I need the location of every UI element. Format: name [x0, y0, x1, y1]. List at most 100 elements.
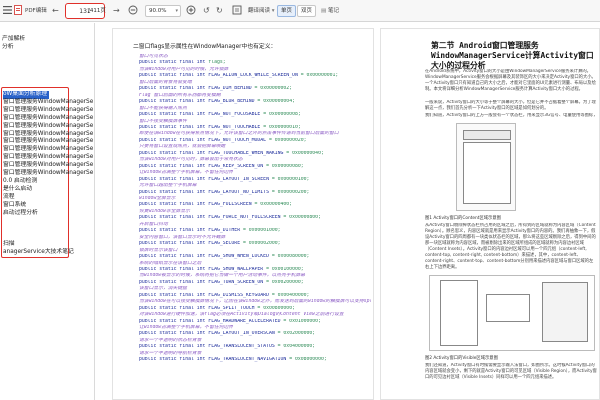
code-text: 允许窗口超出整个手机屏幕: [139, 183, 197, 189]
code-text: public static final int: [139, 60, 206, 66]
back-arrow-icon[interactable]: ←: [52, 5, 59, 17]
code-value: = 0x00000100;: [271, 176, 310, 182]
code-value: = 0x00002000;: [242, 241, 281, 247]
code-value: = 0x04000000;: [277, 344, 316, 350]
code-text: 当该Window对用户可见的时候，允许锁屏: [139, 66, 229, 72]
code-text: 窗口不能获得输入焦点: [139, 105, 187, 111]
pdf-page-left: 二窗口flags显示属性在WindowManager中也有定义： 窗口可见状态 p…: [112, 28, 374, 400]
sidebar-item[interactable]: 窗口管理服务WindowManagerSe: [3, 115, 93, 123]
code-value: = 0x00000008;: [263, 112, 301, 118]
double-page-button[interactable]: 双页: [297, 5, 317, 17]
code-text: public static final int FLAG_SHOW_WHEN_L…: [139, 254, 269, 260]
code-text: public static final int FLAG_LAYOUT_IN_S…: [139, 176, 269, 182]
sidebar-item[interactable]: 窗口管理服务WindowManagerSe: [3, 162, 93, 170]
code-value: = 0x00000001;: [300, 73, 339, 79]
sidebar-item[interactable]: 0.0 启动检测: [3, 178, 93, 186]
code-text: 请求一个半透明的导航栏背景: [139, 350, 202, 356]
code-value: = 0x00100000;: [266, 266, 304, 272]
rotate-right-icon[interactable]: ↻: [216, 5, 223, 17]
ime-window-shape: [542, 282, 588, 342]
single-page-button[interactable]: 单页: [277, 5, 297, 17]
sidebar-item[interactable]: 分析: [2, 44, 25, 52]
code-value: = 0x00080000;: [271, 254, 310, 260]
code-text: 请求一个半透明的状态栏背景: [139, 337, 202, 343]
code-text: public static final int FLAG_DIM_BEHIND: [139, 86, 252, 92]
code-text: public static final int FLAG_KEEP_SCREEN…: [139, 163, 264, 169]
sidebar-item[interactable]: 窗口管理服务WindowManagerSe: [3, 154, 93, 162]
sidebar-item[interactable]: 启动过程分析: [3, 210, 93, 218]
notes-button[interactable]: ▤ 笔记: [321, 5, 339, 17]
code-text: public static final int FLAG_NOT_FOCUSAB…: [139, 112, 261, 118]
toolbar: PDF编辑 ← /411页 → 90.0% ▾ ↺ ↻ 翻译阅读 ▾ 单页 双页…: [0, 0, 600, 22]
reading-mode-label: 翻译阅读: [248, 8, 271, 14]
paragraph: 我们还知道，Activity窗口有时候需要显示输入法窗口，如图所示。这时候Act…: [425, 363, 597, 380]
reading-mode-button[interactable]: 翻译阅读 ▾: [248, 5, 275, 17]
chevron-down-icon: ▾: [175, 8, 178, 14]
forward-arrow-icon[interactable]: →: [113, 5, 120, 17]
sidebar-item[interactable]: 窗口系统: [3, 202, 93, 210]
code-text: 让window占满整个手机屏幕，不留任何边界: [139, 325, 234, 331]
chevron-down-icon: ▾: [270, 8, 275, 14]
code-text: 该窗口显示，消失键盘: [139, 286, 187, 292]
content-shape: [486, 294, 530, 322]
content-region-shape: [463, 142, 511, 204]
fit-page-icon[interactable]: [232, 5, 242, 17]
pdf-edit-icon[interactable]: [14, 5, 22, 17]
sidebar-item[interactable]: 产加解析: [2, 36, 25, 44]
code-text: 安全内容窗口，该窗口显示时不允许截屏: [139, 234, 226, 240]
code-value: = 0x08000000;: [289, 357, 327, 363]
code-text: 即使在该window在可获得焦点情况下，允许该窗口之外的点击事件传递到当前窗口后…: [139, 131, 339, 137]
zoom-out-icon[interactable]: [128, 5, 138, 17]
outline-list: oW桌面分析原理 窗口管理服务WindowManagerSe 窗口管理服务Win…: [3, 90, 93, 257]
code-text: public static final int FLAG_SPLIT_TOUCH: [139, 305, 255, 311]
notes-icon: ▤: [321, 8, 327, 14]
rotate-left-icon[interactable]: ↺: [203, 5, 210, 17]
paragraph: 从Activity窗口剔除掉状态栏所占用的区域之后，所得到的区域就称为内容区域（…: [425, 223, 596, 270]
sidebar-item[interactable]: 流程: [3, 194, 93, 202]
code-text: public static final int FLAG_NOT_TOUCHAB…: [139, 124, 261, 130]
sidebar-item[interactable]: 窗口管理服务WindowManagerSe: [3, 123, 93, 131]
sidebar-item[interactable]: [3, 225, 93, 233]
code-text: window全屏显示: [139, 195, 176, 201]
code-text: 窗口后面的背景将会变暗: [139, 79, 192, 85]
code-text: 让window占满整个手机屏幕，不留任何边界: [139, 170, 234, 176]
sidebar-item[interactable]: 扫描: [3, 241, 93, 249]
sidebar-item[interactable]: 窗口管理服务WindowManagerSe: [3, 107, 93, 115]
window-shape: [440, 280, 478, 346]
code-value: flags;: [208, 60, 226, 66]
code-value: = 0x00800000;: [257, 305, 295, 311]
pdf-edit-button[interactable]: PDF编辑: [25, 5, 47, 17]
sidebar-item[interactable]: [3, 218, 93, 226]
code-value: = 0x00000040;: [286, 150, 324, 156]
sidebar-item[interactable]: 窗口管理服务WindowManagerSe: [3, 170, 93, 178]
code-value: = 0x00200000;: [266, 279, 304, 285]
sidebar-item[interactable]: 窗口管理服务WindowManagerSe: [3, 99, 93, 107]
code-text: public static final int FLAG_SECURE: [139, 241, 241, 247]
zoom-value: 90.0%: [149, 8, 167, 14]
code-text: 窗口可见状态: [139, 54, 168, 59]
notes-label: 笔记: [327, 8, 339, 14]
menu-icon[interactable]: [3, 5, 12, 17]
code-text: public static final int FLAG_TRANSLUCENT…: [139, 344, 275, 350]
code-value: = 0x00000200;: [271, 189, 310, 195]
code-value: = 0x00000004;: [257, 99, 295, 105]
zoom-select[interactable]: 90.0% ▾: [145, 5, 181, 17]
code-block: 窗口可见状态 public static final int flags; 当该Wi…: [139, 54, 371, 364]
sidebar-item-selected[interactable]: oW桌面分析原理: [3, 91, 50, 99]
code-declaration-line: public static final int FLAG_TRANSLUCENT…: [139, 357, 371, 363]
status-bar-shape: [463, 130, 511, 140]
code-value: = 0x01000000;: [283, 318, 321, 324]
sidebar-item[interactable]: 是什么启动: [3, 186, 93, 194]
zoom-in-icon[interactable]: [186, 5, 196, 17]
code-text: public static final int FLAG_LAYOUT_IN_O…: [139, 331, 275, 337]
code-value: = 0x00000010;: [263, 124, 301, 130]
sidebar-item[interactable]: [3, 233, 93, 241]
sidebar-item[interactable]: anagerService大技术笔记: [3, 249, 93, 257]
code-text: public static final int FLAG_TRANSLUCENT…: [139, 357, 287, 363]
pdf-page-right: 第二节 Android窗口管理服务WindowManagerService计算A…: [380, 28, 600, 400]
outline-sidebar: 产加解析 分析 oW桌面分析原理 窗口管理服务WindowManagerSe 窗…: [0, 23, 95, 400]
code-text: public static final int FLAG_ALLOW_LOCK_…: [139, 73, 298, 79]
code-text: public static final int FLAG_HARDWARE_AC…: [139, 318, 281, 324]
page-total: /411页: [88, 8, 106, 14]
figure-caption: 图1 Activity窗口的Content区域示意图: [425, 216, 501, 221]
